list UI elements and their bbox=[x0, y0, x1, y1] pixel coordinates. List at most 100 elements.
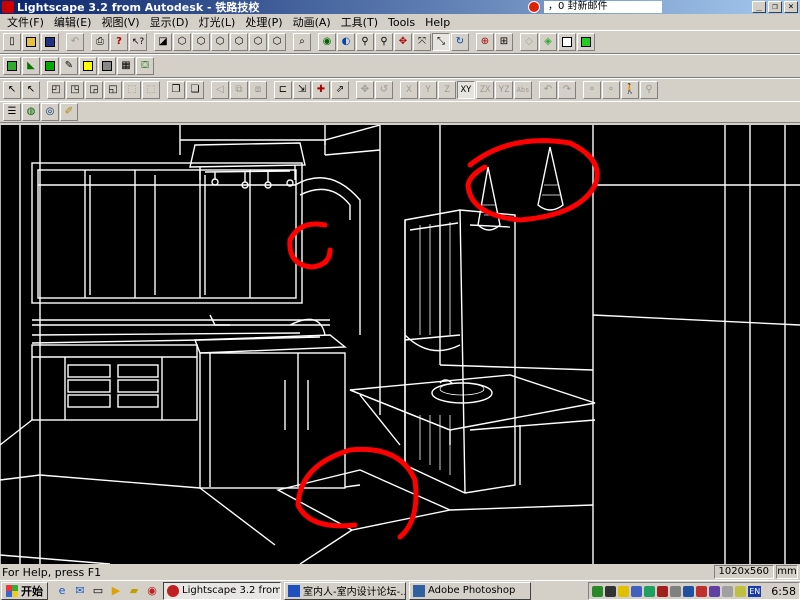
menu-view[interactable]: 视图(V) bbox=[96, 14, 144, 30]
undo-edit-icon[interactable]: ↶ bbox=[539, 81, 557, 99]
undo-icon[interactable]: ↶ bbox=[66, 33, 84, 51]
menu-tools-cn[interactable]: 工具(T) bbox=[336, 14, 383, 30]
render-flat-icon[interactable] bbox=[558, 33, 576, 51]
clock[interactable]: 6:58 bbox=[771, 585, 796, 598]
light-icon[interactable]: ◣ bbox=[22, 57, 40, 75]
select-block-icon[interactable]: ◲ bbox=[85, 81, 103, 99]
cube-view-4-icon[interactable]: ⬡ bbox=[230, 33, 248, 51]
pan-icon[interactable]: ✥ bbox=[394, 33, 412, 51]
select-window-icon[interactable]: ⬚ bbox=[123, 81, 141, 99]
pointer-icon[interactable]: ↖ bbox=[3, 81, 21, 99]
task-photoshop[interactable]: Adobe Photoshop bbox=[409, 581, 531, 600]
material-icon[interactable] bbox=[41, 57, 59, 75]
axis-z-button[interactable]: Z bbox=[438, 81, 456, 99]
mirror-icon[interactable]: ◁ bbox=[211, 81, 229, 99]
axis-xy-button[interactable]: XY bbox=[457, 81, 475, 99]
start-button[interactable]: 开始 bbox=[1, 581, 48, 600]
select-mode-icon[interactable]: ◪ bbox=[154, 33, 172, 51]
tray-volume-icon[interactable] bbox=[670, 585, 682, 597]
task-browser[interactable]: 室内人-室内设计论坛-... bbox=[284, 581, 406, 600]
zoom-icon[interactable]: ⚲ bbox=[356, 33, 374, 51]
zoom-fit-icon[interactable]: ⊕ bbox=[476, 33, 494, 51]
select-light-icon[interactable]: ◱ bbox=[104, 81, 122, 99]
print-icon[interactable]: ⎙ bbox=[91, 33, 109, 51]
context-help-icon[interactable]: ↖? bbox=[129, 33, 147, 51]
walker-icon[interactable]: 🚶 bbox=[621, 81, 639, 99]
render-shade-icon[interactable]: ◈ bbox=[539, 33, 557, 51]
axis-x-button[interactable]: X bbox=[400, 81, 418, 99]
draw-tool-icon[interactable]: ✎ bbox=[60, 57, 78, 75]
materials-icon[interactable]: ◎ bbox=[41, 103, 59, 121]
orbit-icon[interactable]: ◐ bbox=[337, 33, 355, 51]
lightscape-app-icon[interactable] bbox=[2, 1, 14, 13]
tray-app6-icon[interactable] bbox=[657, 585, 669, 597]
tray-app3-icon[interactable] bbox=[618, 585, 630, 597]
render-wire-icon[interactable]: ◇ bbox=[520, 33, 538, 51]
rotate-view-icon[interactable]: ↻ bbox=[451, 33, 469, 51]
rotate-axis-icon[interactable]: ↺ bbox=[375, 81, 393, 99]
mail-notifier[interactable]: ，0 封新邮件 bbox=[528, 0, 662, 14]
media-icon[interactable]: ▶ bbox=[108, 583, 124, 599]
walk-icon[interactable]: ⤧ bbox=[413, 33, 431, 51]
axis-zx-button[interactable]: ZX bbox=[476, 81, 494, 99]
folder-icon[interactable]: ▰ bbox=[126, 583, 142, 599]
select-surface-icon[interactable]: ◰ bbox=[47, 81, 65, 99]
open-folder-icon[interactable] bbox=[22, 33, 40, 51]
menu-edit[interactable]: 编辑(E) bbox=[49, 14, 97, 30]
layer-icon[interactable] bbox=[3, 57, 21, 75]
tray-security-icon[interactable] bbox=[696, 585, 708, 597]
axis-abs-button[interactable]: Abs bbox=[514, 81, 532, 99]
texture-icon[interactable] bbox=[98, 57, 116, 75]
new-file-icon[interactable]: ▯ bbox=[3, 33, 21, 51]
desktop-icon[interactable]: ▭ bbox=[90, 583, 106, 599]
mesh-icon[interactable]: ⛋ bbox=[136, 57, 154, 75]
tray-app2-icon[interactable] bbox=[605, 585, 617, 597]
menu-light[interactable]: 灯光(L) bbox=[194, 14, 241, 30]
tray-app7-icon[interactable] bbox=[709, 585, 721, 597]
array-icon[interactable]: ⧉ bbox=[230, 81, 248, 99]
paint-icon[interactable]: ✐ bbox=[60, 103, 78, 121]
tray-network-icon[interactable] bbox=[683, 585, 695, 597]
menu-animation[interactable]: 动画(A) bbox=[288, 14, 336, 30]
close-button[interactable]: × bbox=[784, 1, 798, 13]
cube-view-6-icon[interactable]: ⬡ bbox=[268, 33, 286, 51]
tray-app1-icon[interactable] bbox=[592, 585, 604, 597]
eye-icon[interactable]: ◉ bbox=[318, 33, 336, 51]
redo-edit-icon[interactable]: ↷ bbox=[558, 81, 576, 99]
person-walk-icon[interactable]: ⚬ bbox=[602, 81, 620, 99]
ie-icon[interactable]: e bbox=[54, 583, 70, 599]
walk-through-icon[interactable]: ⚬ bbox=[583, 81, 601, 99]
dolly-icon[interactable]: ⤡ bbox=[432, 33, 450, 51]
3d-viewport[interactable] bbox=[0, 125, 800, 564]
axis-yz-button[interactable]: YZ bbox=[495, 81, 513, 99]
cube-view-5-icon[interactable]: ⬡ bbox=[249, 33, 267, 51]
tray-app5-icon[interactable] bbox=[644, 585, 656, 597]
select-object-icon[interactable]: ◳ bbox=[66, 81, 84, 99]
snap-icon[interactable]: ⇲ bbox=[293, 81, 311, 99]
pick-icon[interactable]: ↖ bbox=[22, 81, 40, 99]
stand-icon[interactable]: ⚲ bbox=[640, 81, 658, 99]
yellow-square-icon[interactable] bbox=[79, 57, 97, 75]
zoom-region-icon[interactable]: ⊞ bbox=[495, 33, 513, 51]
minimize-button[interactable]: _ bbox=[752, 1, 766, 13]
tray-app4-icon[interactable] bbox=[631, 585, 643, 597]
task-lightscape[interactable]: Lightscape 3.2 from Aut... bbox=[163, 581, 281, 600]
scale-icon[interactable]: ⧈ bbox=[249, 81, 267, 99]
help-icon[interactable]: ? bbox=[110, 33, 128, 51]
menu-display[interactable]: 显示(D) bbox=[145, 14, 194, 30]
menu-tools[interactable]: Tools bbox=[383, 16, 420, 29]
ime-indicator[interactable]: EN bbox=[748, 585, 762, 597]
axis-y-button[interactable]: Y bbox=[419, 81, 437, 99]
restore-button[interactable]: ❐ bbox=[768, 1, 782, 13]
zoom-extents-icon[interactable]: ⌕ bbox=[293, 33, 311, 51]
select-crossing-icon[interactable]: ⬚ bbox=[142, 81, 160, 99]
layers-icon[interactable]: ☰ bbox=[3, 103, 21, 121]
paste-icon[interactable]: ❏ bbox=[186, 81, 204, 99]
move-icon[interactable]: ⇗ bbox=[331, 81, 349, 99]
align-icon[interactable]: ⊏ bbox=[274, 81, 292, 99]
menu-file[interactable]: 文件(F) bbox=[2, 14, 49, 30]
globe-icon[interactable]: ◍ bbox=[22, 103, 40, 121]
outlook-icon[interactable]: ✉ bbox=[72, 583, 88, 599]
zoom-window-icon[interactable]: ⚲ bbox=[375, 33, 393, 51]
save-icon[interactable] bbox=[41, 33, 59, 51]
